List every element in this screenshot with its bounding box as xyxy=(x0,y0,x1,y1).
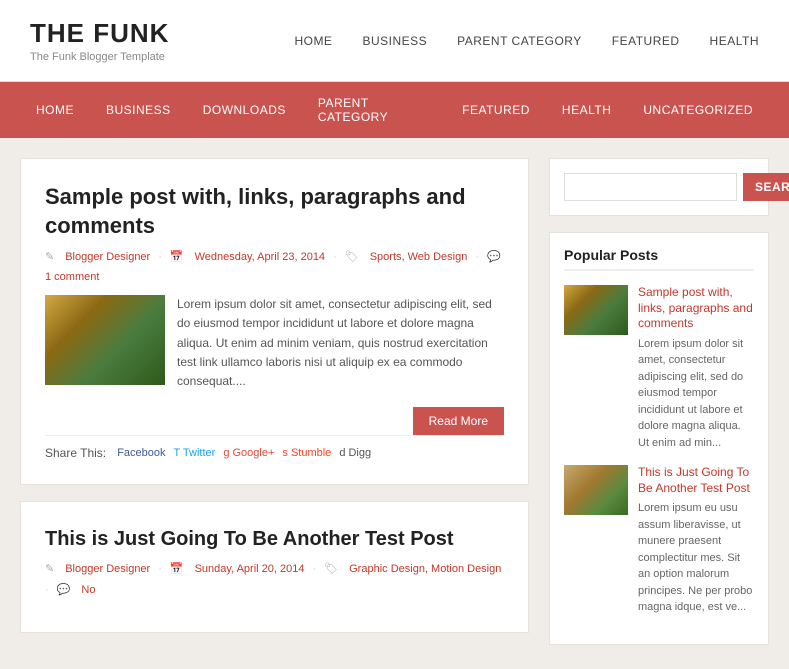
post-thumb-img-1 xyxy=(45,295,165,385)
pp-thumb-2 xyxy=(564,465,628,515)
share-row-1: Share This:  Facebook T Twitter g Googl… xyxy=(45,435,504,460)
share-label-1: Share This: xyxy=(45,446,106,460)
share-facebook-btn[interactable]:  Facebook xyxy=(114,447,165,459)
top-nav-item-featured[interactable]: FEATURED xyxy=(612,34,680,48)
post-date-1: Wednesday, April 23, 2014 xyxy=(195,251,325,263)
content-wrapper: Sample post with, links, paragraphs and … xyxy=(0,138,789,669)
comment-icon-1: 💬 xyxy=(487,250,501,263)
main-nav-item-home[interactable]: HOME xyxy=(20,89,90,131)
top-nav-item-home[interactable]: HOME xyxy=(294,34,332,48)
date-icon-1: 📅 xyxy=(170,250,184,263)
site-tagline: The Funk Blogger Template xyxy=(30,51,169,63)
top-nav-item-parent-category[interactable]: PARENT CATEGORY xyxy=(457,34,582,48)
search-button[interactable]: SEARCH xyxy=(743,173,789,201)
post-card-1: Sample post with, links, paragraphs and … xyxy=(20,158,529,485)
date-icon-2: 📅 xyxy=(170,562,184,575)
post-cats-2[interactable]: Graphic Design, Motion Design xyxy=(349,563,501,575)
pp-title-2[interactable]: This is Just Going To Be Another Test Po… xyxy=(638,465,754,496)
post-author-2[interactable]: Blogger Designer xyxy=(65,563,150,575)
pp-thumb-img-2 xyxy=(564,465,628,515)
cat-icon-2: 🏷 xyxy=(324,562,338,575)
post-title-2[interactable]: This is Just Going To Be Another Test Po… xyxy=(45,526,504,552)
pp-thumb-1 xyxy=(564,285,628,335)
sidebar: SEARCH Popular Posts Sample post with, l… xyxy=(549,158,769,649)
top-nav-item-health[interactable]: HEALTH xyxy=(710,34,759,48)
main-nav-item-uncategorized[interactable]: UNCATEGORIZED xyxy=(627,89,769,131)
pp-content-1: Sample post with, links, paragraphs and … xyxy=(638,285,754,451)
site-title: THE FUNK xyxy=(30,18,169,49)
top-nav-item-business[interactable]: BUSINESS xyxy=(362,34,427,48)
popular-posts-widget: Popular Posts Sample post with, links, p… xyxy=(549,232,769,645)
share-twitter-btn[interactable]: T Twitter xyxy=(174,447,216,459)
main-nav-item-business[interactable]: BUSINESS xyxy=(90,89,187,131)
pp-excerpt-1: Lorem ipsum dolor sit amet, consectetur … xyxy=(638,336,754,452)
main-content: Sample post with, links, paragraphs and … xyxy=(20,158,529,649)
post-meta-1: ✎ Blogger Designer · 📅 Wednesday, April … xyxy=(45,250,504,283)
pp-excerpt-2: Lorem ipsum eu usu assum liberavisse, ut… xyxy=(638,500,754,616)
author-icon-2: ✎ xyxy=(45,562,54,575)
post-author-1[interactable]: Blogger Designer xyxy=(65,251,150,263)
share-digg-btn[interactable]: d Digg xyxy=(339,447,371,459)
share-googleplus-btn[interactable]: g Google+ xyxy=(223,447,274,459)
main-nav-item-health[interactable]: HEALTH xyxy=(546,89,627,131)
header: THE FUNK The Funk Blogger Template HOME B… xyxy=(0,0,789,82)
popular-posts-title: Popular Posts xyxy=(564,247,754,271)
main-nav-bar: HOMEBUSINESSDOWNLOADSPARENT CATEGORYFEAT… xyxy=(0,82,789,138)
main-nav-item-parent-category[interactable]: PARENT CATEGORY xyxy=(302,82,446,138)
main-nav-item-downloads[interactable]: DOWNLOADS xyxy=(187,89,302,131)
post-meta-2: ✎ Blogger Designer · 📅 Sunday, April 20,… xyxy=(45,562,504,596)
search-input[interactable] xyxy=(564,173,737,201)
read-more-btn-1[interactable]: Read More xyxy=(413,407,504,435)
top-nav: HOME BUSINESS PARENT CATEGORY FEATURED HEALT… xyxy=(294,34,759,48)
post-date-2: Sunday, April 20, 2014 xyxy=(195,563,305,575)
post-body-1: Lorem ipsum dolor sit amet, consectetur … xyxy=(45,295,504,391)
pp-thumb-img-1 xyxy=(564,285,628,335)
pp-title-1[interactable]: Sample post with, links, paragraphs and … xyxy=(638,285,754,332)
comment-icon-2: 💬 xyxy=(57,583,71,596)
post-excerpt-1: Lorem ipsum dolor sit amet, consectetur … xyxy=(177,295,504,391)
post-title-1[interactable]: Sample post with, links, paragraphs and … xyxy=(45,183,504,240)
popular-post-2: This is Just Going To Be Another Test Po… xyxy=(564,465,754,616)
cat-icon-1: 🏷 xyxy=(345,250,359,263)
sidebar-search-widget: SEARCH xyxy=(549,158,769,216)
author-icon-1: ✎ xyxy=(45,250,54,263)
pp-content-2: This is Just Going To Be Another Test Po… xyxy=(638,465,754,616)
main-nav-item-featured[interactable]: FEATURED xyxy=(446,89,546,131)
post-cats-1[interactable]: Sports, Web Design xyxy=(370,251,468,263)
share-stumble-btn[interactable]: s Stumble xyxy=(282,447,331,459)
post-thumb-1 xyxy=(45,295,165,385)
popular-post-1: Sample post with, links, paragraphs and … xyxy=(564,285,754,451)
site-title-block: THE FUNK The Funk Blogger Template xyxy=(30,18,169,63)
post-comments-1[interactable]: 1 comment xyxy=(45,271,99,283)
post-card-2: This is Just Going To Be Another Test Po… xyxy=(20,501,529,633)
post-comments-2: No xyxy=(81,584,95,596)
